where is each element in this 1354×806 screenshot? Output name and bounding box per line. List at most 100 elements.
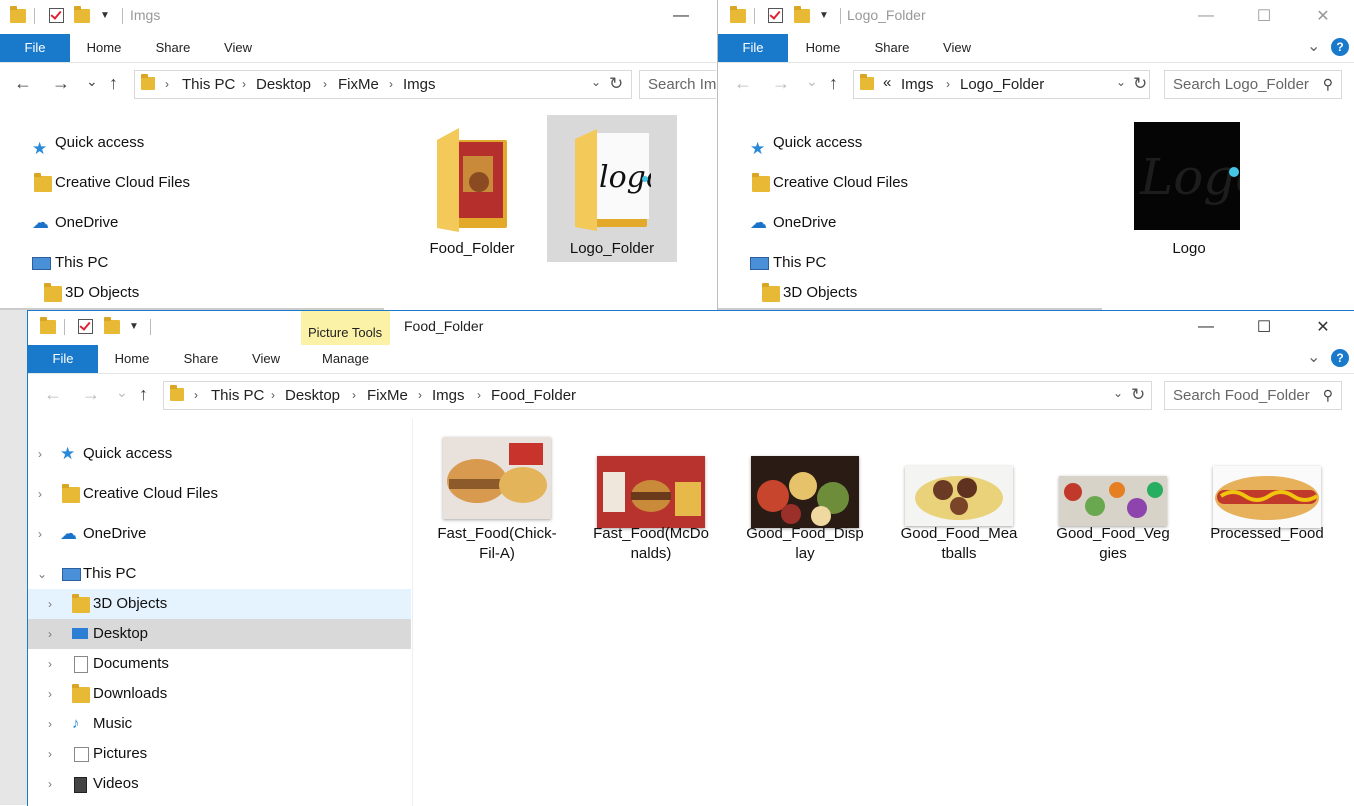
- tab-view[interactable]: View: [935, 34, 979, 62]
- breadcrumb-this-pc[interactable]: This PC: [211, 387, 264, 404]
- forward-button[interactable]: →: [772, 74, 790, 92]
- image-file[interactable]: Fast_Food(McDo nalds): [586, 433, 716, 563]
- close-button[interactable]: ✕: [1300, 311, 1346, 343]
- tab-share[interactable]: Share: [178, 345, 224, 373]
- refresh-button[interactable]: ↻: [609, 74, 623, 94]
- breadcrumb-imgs[interactable]: Imgs: [403, 76, 436, 93]
- file-item[interactable]: Logo Logo: [1134, 122, 1244, 262]
- chevron-right-icon[interactable]: ›: [48, 739, 52, 769]
- chevron-right-icon[interactable]: ›: [271, 388, 275, 402]
- nav-quick-access[interactable]: ★ Quick access: [750, 128, 862, 158]
- tab-file[interactable]: File: [28, 345, 98, 373]
- nav-documents[interactable]: › Documents: [28, 649, 411, 679]
- chevron-down-icon[interactable]: ⌄: [1113, 386, 1123, 400]
- recent-locations-button[interactable]: ⌄: [806, 72, 818, 90]
- chevron-right-icon[interactable]: ›: [946, 77, 950, 91]
- nav-creative-cloud[interactable]: › Creative Cloud Files: [28, 479, 412, 509]
- address-bar[interactable]: › This PC › Desktop › FixMe › Imgs ⌄ ↻: [134, 70, 632, 99]
- chevron-right-icon[interactable]: ›: [323, 77, 327, 91]
- logo-titlebar[interactable]: ▼ Logo_Folder — ☐ ✕: [718, 0, 1354, 32]
- nav-quick-access[interactable]: ★ Quick access: [32, 128, 144, 158]
- back-button[interactable]: ←: [14, 74, 32, 92]
- food-titlebar[interactable]: ▼ Food_Folder — ☐ ✕: [28, 311, 1354, 343]
- maximize-button[interactable]: ☐: [1241, 0, 1287, 32]
- breadcrumb-overflow[interactable]: «: [883, 74, 891, 91]
- search-input[interactable]: Search Logo_Folder ⚲: [1164, 70, 1342, 99]
- properties-icon[interactable]: [49, 8, 64, 23]
- chevron-right-icon[interactable]: ›: [242, 77, 246, 91]
- chevron-right-icon[interactable]: ›: [48, 589, 52, 619]
- breadcrumb-imgs[interactable]: Imgs: [901, 76, 934, 93]
- tab-view[interactable]: View: [244, 345, 288, 373]
- nav-videos[interactable]: › Videos: [28, 769, 411, 799]
- chevron-right-icon[interactable]: ›: [38, 439, 42, 469]
- new-folder-icon[interactable]: [794, 6, 810, 23]
- tab-home[interactable]: Home: [108, 345, 156, 373]
- chevron-right-icon[interactable]: ›: [194, 388, 198, 402]
- nav-3d-objects[interactable]: 3D Objects: [42, 278, 139, 308]
- chevron-right-icon[interactable]: ›: [48, 769, 52, 799]
- nav-desktop[interactable]: › Desktop: [28, 619, 411, 649]
- maximize-button[interactable]: ☐: [1241, 311, 1287, 343]
- search-input[interactable]: Search Food_Folder ⚲: [1164, 381, 1342, 410]
- nav-creative-cloud[interactable]: Creative Cloud Files: [750, 168, 908, 198]
- image-file[interactable]: Good_Food_Mea tballs: [894, 433, 1024, 563]
- refresh-button[interactable]: ↻: [1133, 74, 1147, 94]
- nav-this-pc[interactable]: This PC: [750, 248, 826, 278]
- image-file[interactable]: Processed_Food: [1202, 433, 1332, 563]
- nav-creative-cloud[interactable]: Creative Cloud Files: [32, 168, 190, 198]
- recent-locations-button[interactable]: ⌄: [116, 383, 128, 401]
- forward-button[interactable]: →: [52, 74, 70, 92]
- chevron-right-icon[interactable]: ›: [389, 77, 393, 91]
- up-button[interactable]: ↑: [109, 74, 118, 92]
- address-bar[interactable]: › This PC › Desktop › FixMe › Imgs › Foo…: [163, 381, 1152, 410]
- tab-manage[interactable]: Manage: [301, 345, 390, 373]
- chevron-right-icon[interactable]: ›: [165, 77, 169, 91]
- customize-toolbar-icon[interactable]: ▼: [819, 10, 829, 21]
- nav-onedrive[interactable]: › ☁ OneDrive: [28, 519, 412, 549]
- breadcrumb-imgs[interactable]: Imgs: [432, 387, 465, 404]
- forward-button[interactable]: →: [82, 385, 100, 403]
- folder-item[interactable]: Food_Folder: [424, 122, 520, 262]
- properties-icon[interactable]: [78, 319, 93, 334]
- chevron-right-icon[interactable]: ›: [48, 619, 52, 649]
- nav-this-pc[interactable]: This PC: [32, 248, 108, 278]
- breadcrumb-desktop[interactable]: Desktop: [285, 387, 340, 404]
- ribbon-collapse-button[interactable]: ⌄: [1307, 36, 1320, 56]
- new-folder-icon[interactable]: [104, 317, 120, 334]
- chevron-right-icon[interactable]: ›: [48, 649, 52, 679]
- up-button[interactable]: ↑: [139, 385, 148, 403]
- tab-home[interactable]: Home: [799, 34, 847, 62]
- nav-onedrive[interactable]: ☁ OneDrive: [750, 208, 836, 238]
- chevron-right-icon[interactable]: ›: [418, 388, 422, 402]
- nav-onedrive[interactable]: ☁ OneDrive: [32, 208, 118, 238]
- minimize-button[interactable]: —: [658, 0, 704, 32]
- back-button[interactable]: ←: [734, 74, 752, 92]
- tab-home[interactable]: Home: [80, 34, 128, 62]
- address-bar[interactable]: « Imgs › Logo_Folder ⌄ ↻: [853, 70, 1150, 99]
- refresh-button[interactable]: ↻: [1131, 385, 1145, 405]
- close-button[interactable]: ✕: [1300, 0, 1346, 32]
- chevron-right-icon[interactable]: ›: [477, 388, 481, 402]
- imgs-titlebar[interactable]: ▼ Imgs —: [0, 0, 716, 32]
- nav-3d-objects[interactable]: › 3D Objects: [28, 589, 411, 619]
- chevron-right-icon[interactable]: ›: [48, 709, 52, 739]
- tab-share[interactable]: Share: [150, 34, 196, 62]
- breadcrumb-desktop[interactable]: Desktop: [256, 76, 311, 93]
- new-folder-icon[interactable]: [74, 6, 90, 23]
- breadcrumb-fixme[interactable]: FixMe: [338, 76, 379, 93]
- minimize-button[interactable]: —: [1183, 0, 1229, 32]
- breadcrumb-logo-folder[interactable]: Logo_Folder: [960, 76, 1044, 93]
- tab-view[interactable]: View: [216, 34, 260, 62]
- tab-file[interactable]: File: [718, 34, 788, 62]
- tab-file[interactable]: File: [0, 34, 70, 62]
- image-file[interactable]: Good_Food_Disp lay: [740, 433, 870, 563]
- breadcrumb-fixme[interactable]: FixMe: [367, 387, 408, 404]
- back-button[interactable]: ←: [44, 385, 62, 403]
- folder-item-selected[interactable]: logo Logo_Folder: [547, 115, 677, 262]
- chevron-down-icon[interactable]: ⌄: [37, 559, 47, 589]
- chevron-down-icon[interactable]: ⌄: [1116, 75, 1126, 89]
- chevron-down-icon[interactable]: ⌄: [591, 75, 601, 89]
- search-input[interactable]: Search Imgs: [639, 70, 716, 99]
- image-file[interactable]: Good_Food_Veg gies: [1048, 433, 1178, 563]
